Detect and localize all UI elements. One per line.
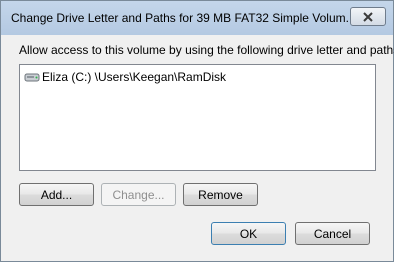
ok-button[interactable]: OK xyxy=(211,222,286,245)
instruction-label: Allow access to this volume by using the… xyxy=(19,43,394,57)
add-button[interactable]: Add... xyxy=(19,183,94,206)
title-bar[interactable]: Change Drive Letter and Paths for 39 MB … xyxy=(1,1,393,35)
dialog-client-area: Allow access to this volume by using the… xyxy=(9,35,394,253)
change-button[interactable]: Change... xyxy=(101,183,176,206)
window-title: Change Drive Letter and Paths for 39 MB … xyxy=(11,11,349,25)
paths-listbox[interactable]: Eliza (C:) \Users\Keegan\RamDisk xyxy=(19,64,376,171)
path-label: Eliza (C:) \Users\Keegan\RamDisk xyxy=(42,70,227,84)
close-button[interactable] xyxy=(350,7,386,26)
close-icon xyxy=(363,11,373,22)
dialog-window: Change Drive Letter and Paths for 39 MB … xyxy=(0,0,394,262)
drive-icon xyxy=(24,73,40,82)
list-item[interactable]: Eliza (C:) \Users\Keegan\RamDisk xyxy=(24,69,226,85)
cancel-button[interactable]: Cancel xyxy=(295,222,370,245)
remove-button[interactable]: Remove xyxy=(183,183,258,206)
